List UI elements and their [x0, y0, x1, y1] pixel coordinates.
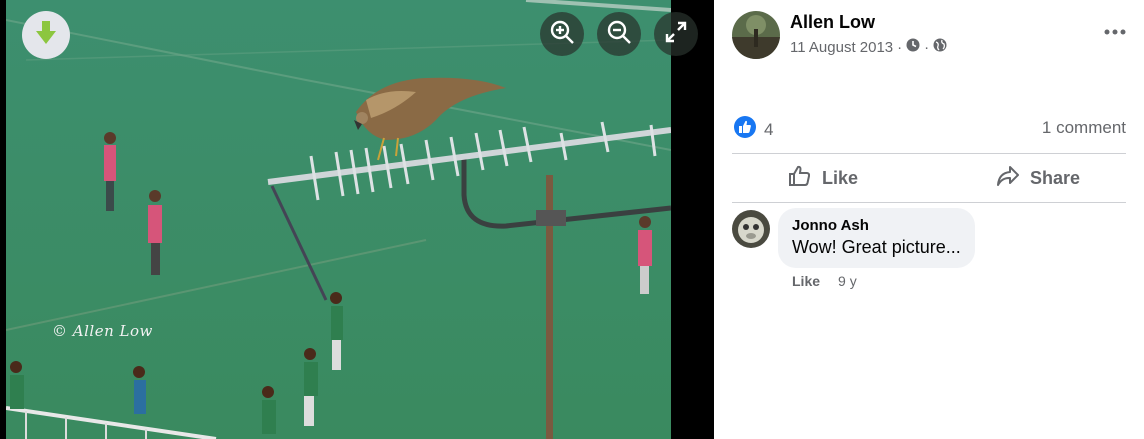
post-meta: 11 August 2013 · ·: [790, 38, 947, 56]
clock-icon: [906, 38, 920, 56]
share-label: Share: [1030, 167, 1081, 188]
like-label: Like: [822, 167, 859, 188]
comment-text: Wow! Great picture...: [792, 237, 961, 257]
zoom-in-button[interactable]: [540, 12, 584, 56]
zoom-in-icon: [549, 19, 575, 50]
comment-age[interactable]: 9 y: [838, 273, 857, 289]
share-button[interactable]: Share: [996, 160, 1080, 196]
share-arrow-icon: [996, 164, 1020, 193]
fullscreen-icon: [665, 21, 687, 48]
like-button[interactable]: Like: [788, 160, 858, 196]
divider: [732, 153, 1126, 154]
reaction-count: 4: [764, 119, 774, 139]
comment-actions: Like 9 y: [792, 273, 857, 289]
comment-author[interactable]: Jonno Ash: [792, 217, 961, 234]
fullscreen-button[interactable]: [654, 12, 698, 56]
comment-count[interactable]: 1 comment: [1042, 118, 1126, 138]
comment-bubble: Jonno Ash Wow! Great picture...: [778, 208, 975, 268]
photo-viewer: © Allen Low: [0, 0, 714, 439]
commenter-avatar[interactable]: [732, 210, 770, 248]
zoom-out-button[interactable]: [597, 12, 641, 56]
meta-separator: ·: [924, 38, 930, 56]
download-button[interactable]: [22, 11, 70, 59]
author-avatar[interactable]: [732, 11, 780, 59]
zoom-out-icon: [606, 19, 632, 50]
like-reaction-icon: [734, 116, 756, 143]
comment-like-button[interactable]: Like: [792, 273, 820, 289]
download-arrow-icon: [35, 20, 57, 51]
post-date[interactable]: 11 August 2013: [790, 39, 893, 56]
post-author-name[interactable]: Allen Low: [790, 12, 875, 33]
thumbs-up-icon: [788, 164, 812, 193]
meta-separator: ·: [897, 38, 903, 56]
globe-icon: [933, 38, 947, 56]
more-options-button[interactable]: [1104, 22, 1126, 40]
divider: [732, 202, 1126, 203]
reactions-summary[interactable]: 4: [734, 116, 773, 143]
photo-watermark: © Allen Low: [52, 322, 153, 340]
post-photo: [6, 0, 671, 439]
more-options-icon: [1104, 22, 1126, 39]
post-details-panel: Allen Low 11 August 2013 · · 4 1 comment…: [714, 0, 1144, 439]
